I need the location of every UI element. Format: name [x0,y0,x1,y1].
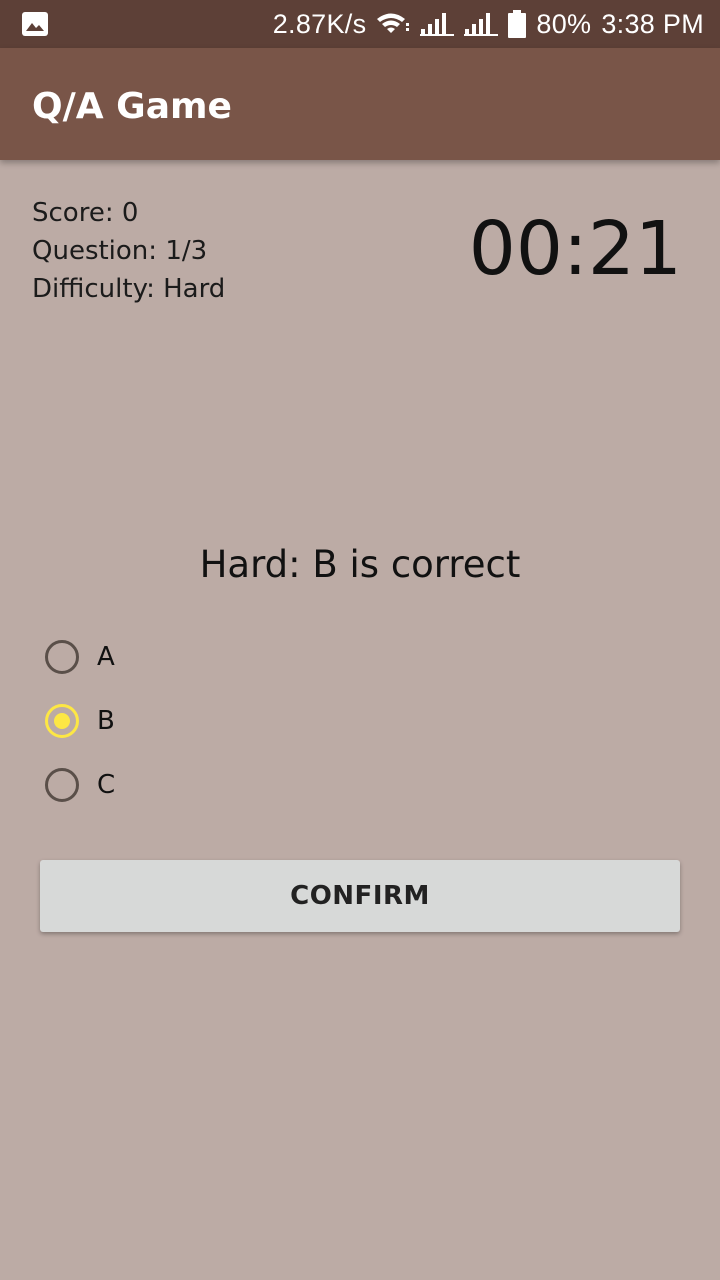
radio-button-c[interactable] [45,768,79,802]
answer-radio-group: A B C [40,625,115,817]
option-a[interactable]: A [40,625,115,689]
signal-strength-icon [420,11,455,37]
option-c[interactable]: C [40,753,115,817]
confirm-button[interactable]: CONFIRM [40,860,680,932]
countdown-timer: 00:21 [468,206,682,292]
battery-percent: 80% [536,8,592,39]
status-bar: 2.87K/s 80% 3:38 PM [0,0,720,48]
question-text: Hard: B is correct [199,543,521,586]
app-title: Q/A Game [32,86,232,127]
option-b[interactable]: B [40,689,115,753]
game-info: Score: 0 Question: 1/3 Difficulty: Hard [32,194,225,308]
wifi-icon [376,11,410,37]
app-bar: Q/A Game [0,48,720,160]
radio-button-a[interactable] [45,640,79,674]
difficulty-text: Difficulty: Hard [32,274,226,304]
network-speed: 2.87K/s [272,8,367,39]
option-label-c: C [97,770,116,800]
image-notification-icon [22,12,48,36]
clock: 3:38 PM [601,8,704,39]
question-count-text: Question: 1/3 [32,236,208,266]
option-label-b: B [97,706,115,736]
option-label-a: A [97,642,115,672]
battery-icon [508,10,527,38]
radio-button-b[interactable] [45,704,79,738]
signal-strength-icon-2 [464,11,499,37]
score-text: Score: 0 [32,198,139,228]
